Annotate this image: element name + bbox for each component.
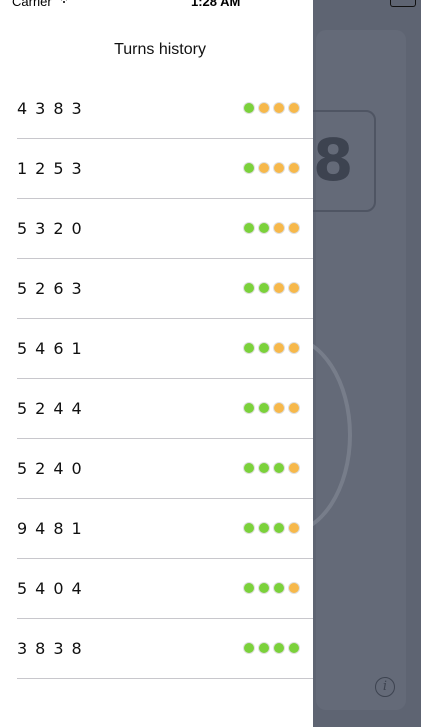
turn-row[interactable]: 5240 (0, 439, 313, 499)
correct-position-dot (243, 462, 255, 474)
correct-position-dot (258, 582, 270, 594)
correct-digit-dot (288, 582, 300, 594)
correct-position-dot (258, 282, 270, 294)
turn-row[interactable]: 4383 (0, 79, 313, 139)
turn-digits: 5240 (17, 459, 90, 478)
correct-position-dot (243, 402, 255, 414)
correct-position-dot (273, 462, 285, 474)
turn-digits: 5320 (17, 219, 90, 238)
correct-digit-dot (288, 522, 300, 534)
correct-digit-dot (288, 222, 300, 234)
correct-digit-dot (273, 102, 285, 114)
correct-position-dot (243, 522, 255, 534)
turns-history-drawer: Carrier 1:28 AM Turns history 4383 1253 … (0, 0, 313, 727)
turn-result-dots (243, 582, 303, 596)
correct-position-dot (258, 522, 270, 534)
turn-result-dots (243, 102, 303, 116)
correct-digit-dot (273, 282, 285, 294)
correct-position-dot (258, 462, 270, 474)
correct-position-dot (288, 642, 300, 654)
correct-digit-dot (258, 162, 270, 174)
turn-result-dots (243, 402, 303, 416)
correct-digit-dot (288, 462, 300, 474)
turn-row[interactable]: 9481 (0, 499, 313, 559)
correct-digit-dot (273, 342, 285, 354)
correct-position-dot (243, 282, 255, 294)
correct-position-dot (258, 342, 270, 354)
turn-result-dots (243, 342, 303, 356)
turn-digits: 5404 (17, 579, 90, 598)
turn-digits: 4383 (17, 99, 90, 118)
row-divider (17, 678, 313, 679)
correct-digit-dot (258, 102, 270, 114)
turn-row[interactable]: 5461 (0, 319, 313, 379)
info-icon[interactable]: i (375, 677, 395, 697)
correct-digit-dot (273, 162, 285, 174)
status-time: 1:28 AM (191, 0, 241, 9)
correct-position-dot (273, 642, 285, 654)
turn-digits: 5263 (17, 279, 90, 298)
wifi-icon (61, 0, 67, 3)
turn-digits: 3838 (17, 639, 90, 658)
turn-row[interactable]: 5404 (0, 559, 313, 619)
turn-result-dots (243, 222, 303, 236)
correct-digit-dot (273, 222, 285, 234)
turn-digits: 5244 (17, 399, 90, 418)
correct-position-dot (258, 402, 270, 414)
background-number: 8 (313, 126, 354, 194)
correct-position-dot (258, 222, 270, 234)
battery-icon (390, 0, 416, 7)
turns-history-list[interactable]: 4383 1253 5320 5263 5461 5244 5240 9481 … (0, 79, 313, 679)
correct-digit-dot (288, 282, 300, 294)
correct-position-dot (273, 582, 285, 594)
correct-position-dot (243, 162, 255, 174)
turn-result-dots (243, 282, 303, 296)
turn-row[interactable]: 3838 (0, 619, 313, 679)
correct-position-dot (273, 522, 285, 534)
correct-position-dot (243, 642, 255, 654)
correct-digit-dot (273, 402, 285, 414)
turn-digits: 5461 (17, 339, 90, 358)
turn-row[interactable]: 1253 (0, 139, 313, 199)
correct-position-dot (258, 642, 270, 654)
turn-digits: 1253 (17, 159, 90, 178)
turn-result-dots (243, 522, 303, 536)
drawer-title: Turns history (114, 41, 206, 58)
status-bar: Carrier 1:28 AM (0, 0, 313, 9)
correct-digit-dot (288, 342, 300, 354)
turn-row[interactable]: 5244 (0, 379, 313, 439)
turn-result-dots (243, 462, 303, 476)
correct-position-dot (243, 582, 255, 594)
correct-digit-dot (288, 162, 300, 174)
turn-row[interactable]: 5263 (0, 259, 313, 319)
correct-position-dot (243, 222, 255, 234)
correct-position-dot (243, 342, 255, 354)
correct-digit-dot (288, 102, 300, 114)
turn-result-dots (243, 162, 303, 176)
carrier-label: Carrier (12, 0, 52, 9)
turn-row[interactable]: 5320 (0, 199, 313, 259)
turn-digits: 9481 (17, 519, 90, 538)
turn-result-dots (243, 642, 303, 656)
correct-position-dot (243, 102, 255, 114)
correct-digit-dot (288, 402, 300, 414)
